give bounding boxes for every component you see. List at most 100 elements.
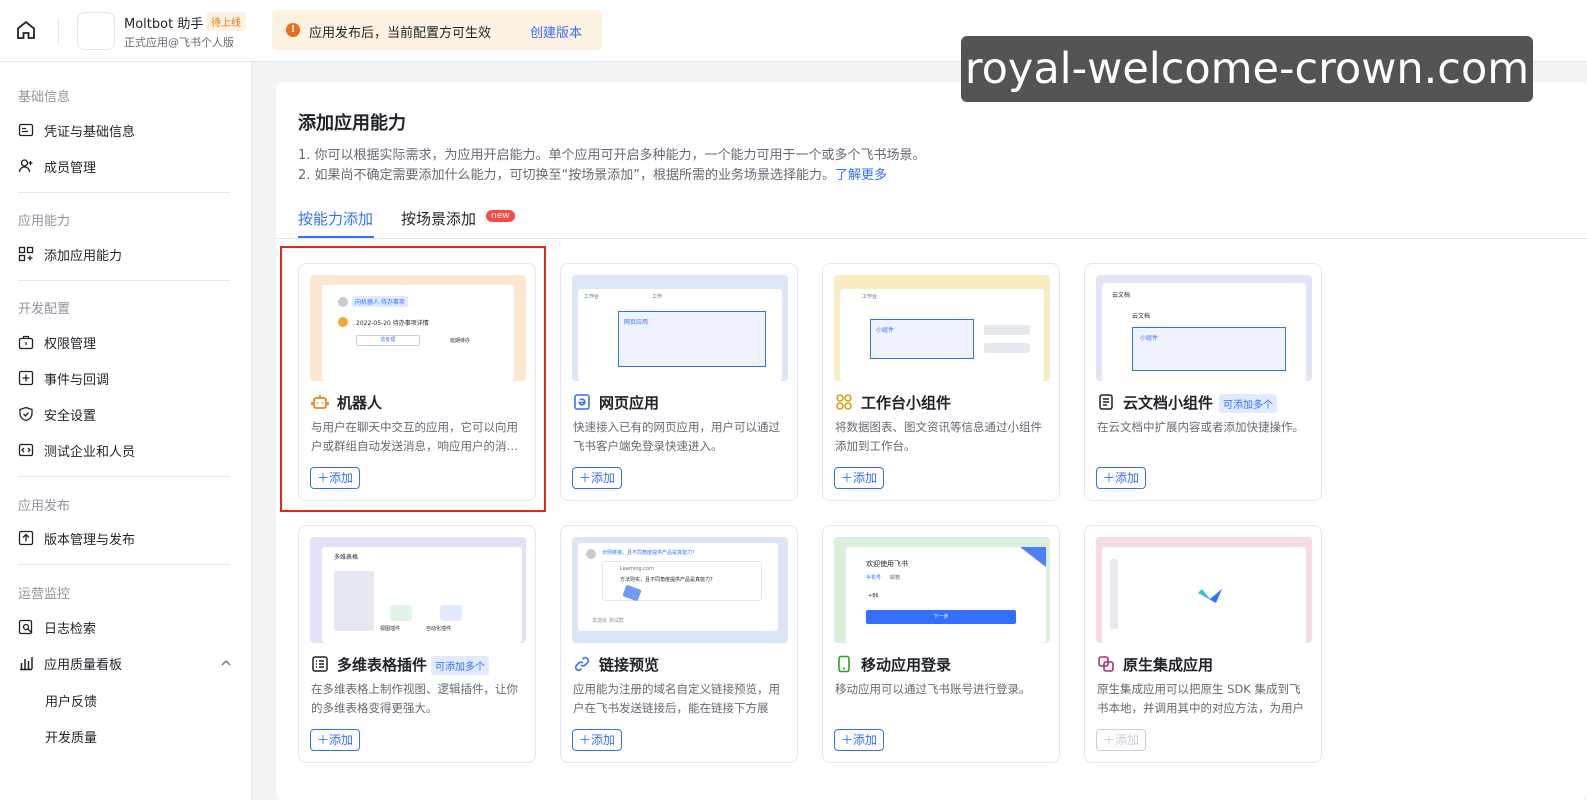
sidebar-item-logs[interactable]: 日志检索 — [18, 613, 234, 641]
sidebar-item-credentials[interactable]: 凭证与基础信息 — [18, 116, 234, 144]
add-link-preview-button[interactable]: ＋添加 — [572, 729, 623, 751]
table-icon — [312, 656, 328, 672]
add-label: 添加 — [853, 733, 878, 747]
add-label: 添加 — [1115, 471, 1140, 485]
lock-briefcase-icon — [18, 335, 34, 350]
sidebar-group-dev: 开发配置 — [18, 302, 71, 317]
sidebar-item-label: 版本管理与发布 — [44, 532, 136, 548]
card-title: 云文档小组件 — [1123, 394, 1214, 412]
notice-text: 应用发布后，当前配置方可生效 — [309, 26, 492, 41]
upload-icon — [18, 530, 34, 546]
sidebar-item-label: 成员管理 — [44, 160, 97, 176]
capability-card-mobile-login[interactable]: 欢迎使用飞书 手机号 邮箱 +86 下一步 移动应用登录 移动应用可以通过飞书账… — [822, 525, 1060, 763]
home-icon[interactable] — [14, 18, 38, 42]
sidebar: 基础信息 凭证与基础信息 成员管理 应用能力 添加应用能力 开发配置 权限管理 … — [0, 62, 252, 800]
illus-box-label: 小组件 — [1140, 335, 1159, 342]
capability-card-web-app[interactable]: 工作台 工作 网页应用 网页应用 快速接入已有的网页应用，用户可以通过飞书客户端… — [560, 263, 798, 501]
illus-bar — [984, 325, 1030, 335]
illus-head: 多维表格 — [334, 554, 359, 561]
add-mobile-login-button[interactable]: ＋添加 — [834, 729, 885, 751]
highlight-box — [280, 246, 546, 512]
watermark-overlay: royal-welcome-crown.com — [961, 36, 1533, 102]
capability-card-native-app[interactable]: 原生集成应用 原生集成应用可以把原生 SDK 集成到飞书本地，并调用其中的对应方… — [1084, 525, 1322, 763]
illus-welcome: 欢迎使用飞书 — [866, 560, 908, 568]
automation-plugin-icon — [440, 605, 462, 621]
illus-next-btn: 下一步 — [866, 610, 1016, 624]
sidebar-item-test-users[interactable]: 测试企业和人员 — [18, 436, 234, 464]
illus-prefix: +86 — [868, 593, 879, 599]
illus-bar — [334, 571, 374, 631]
feishu-logo-icon — [1198, 589, 1222, 603]
capability-card-bitable-plugin[interactable]: 多维表格 视图插件 自动化插件 多维表格插件 可添加多个 在多维表格上制作视图、… — [298, 525, 536, 763]
card-description: 在多维表格上制作视图、逻辑插件，让你的多维表格变得更强大。 — [311, 682, 518, 715]
illus-tab1: 工作台 — [584, 294, 600, 300]
view-plugin-icon — [390, 605, 412, 621]
link-preview-illustration: 示例链接，且不同角度提供产品是真能力？ Learning.com 方法则实，且不… — [572, 537, 788, 643]
sidebar-separator — [18, 192, 230, 193]
illus-box-label: 小组件 — [876, 327, 895, 334]
capability-card-widget[interactable]: 工作台 小组件 工作台小组件 将数据图表、图文资讯等信息通过小组件添加到工作台。… — [822, 263, 1060, 501]
log-search-icon — [18, 619, 33, 635]
card-title: 多维表格插件 — [337, 656, 428, 674]
sidebar-item-permissions[interactable]: 权限管理 — [18, 328, 234, 356]
illus-label2: 自动化插件 — [426, 626, 452, 632]
capability-card-link-preview[interactable]: 示例链接，且不同角度提供产品是真能力？ Learning.com 方法则实，且不… — [560, 525, 798, 763]
sidebar-subitem-dev-quality[interactable]: 开发质量 — [45, 727, 97, 746]
learn-more-link[interactable]: 了解更多 — [835, 168, 887, 183]
page-title: 添加应用能力 — [298, 113, 406, 134]
add-web-app-button[interactable]: ＋添加 — [572, 467, 623, 489]
member-add-icon — [18, 159, 33, 173]
illus-bar — [1110, 559, 1118, 629]
id-card-icon — [18, 123, 34, 137]
create-version-link[interactable]: 创建版本 — [530, 22, 582, 41]
tab-by-scenario[interactable]: 按场景添加 — [401, 208, 476, 229]
sidebar-item-events[interactable]: 事件与回调 — [18, 364, 234, 392]
illus-tab1: 工作台 — [862, 294, 878, 300]
illus-bar — [984, 343, 1030, 353]
sidebar-item-members[interactable]: 成员管理 — [18, 152, 234, 180]
card-title: 网页应用 — [599, 394, 660, 412]
mobile-login-illustration: 欢迎使用飞书 手机号 邮箱 +86 下一步 — [834, 537, 1050, 643]
new-badge: new — [486, 210, 515, 222]
sidebar-item-label: 事件与回调 — [44, 372, 110, 388]
sidebar-subitem-feedback[interactable]: 用户反馈 — [45, 691, 97, 710]
sidebar-item-versions[interactable]: 版本管理与发布 — [18, 524, 234, 552]
illus-input: 发送给 测试群 — [592, 618, 624, 624]
sidebar-item-label: 安全设置 — [44, 408, 97, 424]
description-text: 2. 如果尚不确定需要添加什么能力，可切换至“按场景添加”，根据所需的业务场景选… — [298, 168, 836, 183]
add-bitable-plugin-button[interactable]: ＋添加 — [310, 729, 361, 751]
multi-add-tag: 可添加多个 — [1219, 394, 1277, 413]
sidebar-item-add-capability[interactable]: 添加应用能力 — [18, 240, 234, 268]
doc-widget-illustration: 云文档 云文档 小组件 — [1096, 275, 1312, 381]
sidebar-separator — [18, 476, 230, 477]
capability-card-doc-widget[interactable]: 云文档 云文档 小组件 云文档小组件 可添加多个 在云文档中扩展内容或者添加快捷… — [1084, 263, 1322, 501]
sidebar-item-security[interactable]: 安全设置 — [18, 400, 234, 428]
sidebar-group-basic: 基础信息 — [18, 90, 71, 105]
description-line-1: 1. 你可以根据实际需求，为应用开启能力。单个应用可开启多种能力，一个能力可用于… — [298, 148, 926, 163]
sidebar-item-label: 测试企业和人员 — [44, 444, 136, 460]
publish-notice: ! 应用发布后，当前配置方可生效 创建版本 — [272, 10, 602, 50]
sidebar-item-label: 添加应用能力 — [44, 248, 123, 264]
tab-divider — [276, 238, 1587, 239]
illus-tab2: 邮箱 — [890, 575, 901, 581]
warning-icon: ! — [286, 23, 300, 37]
illus-head: 云文档 — [1112, 292, 1131, 299]
app-subtitle: 正式应用@飞书个人版 — [124, 36, 234, 49]
sidebar-group-publish: 应用发布 — [18, 499, 71, 514]
grid-add-icon — [18, 246, 34, 262]
sidebar-item-quality[interactable]: 应用质量看板 — [18, 649, 234, 677]
bar-chart-icon — [20, 657, 33, 671]
widget-illustration: 工作台 小组件 — [834, 275, 1050, 381]
add-widget-button[interactable]: ＋添加 — [834, 467, 885, 489]
tab-by-capability[interactable]: 按能力添加 — [298, 208, 373, 229]
web-app-icon — [574, 394, 590, 410]
add-doc-widget-button[interactable]: ＋添加 — [1096, 467, 1147, 489]
link-icon — [574, 656, 590, 672]
chevron-up-icon[interactable] — [218, 655, 234, 671]
sidebar-item-label: 权限管理 — [44, 336, 97, 352]
illus-msg: 示例链接，且不同角度提供产品是真能力？ — [602, 550, 698, 556]
add-label: 添加 — [1115, 733, 1140, 747]
native-app-illustration — [1096, 537, 1312, 643]
sidebar-separator — [18, 564, 230, 565]
web-app-illustration: 工作台 工作 网页应用 — [572, 275, 788, 381]
